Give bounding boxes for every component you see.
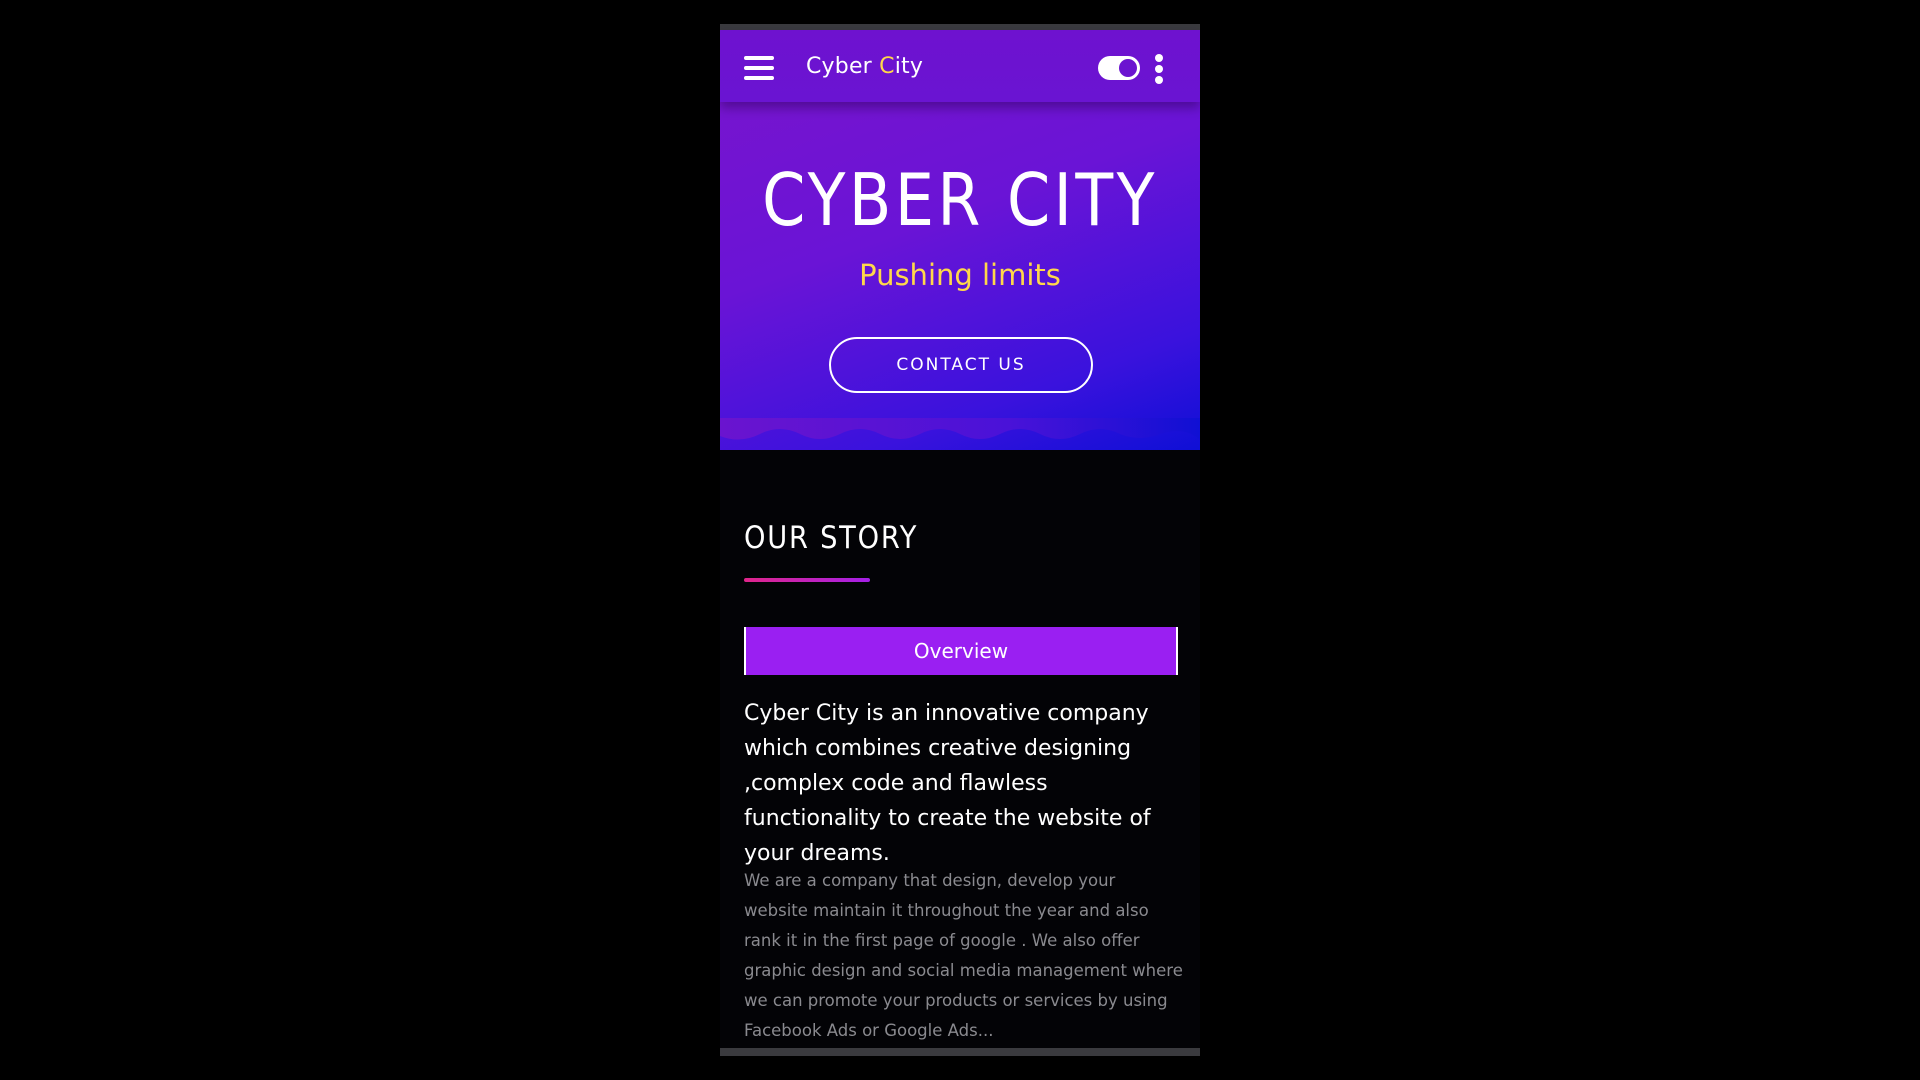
app-title-highlight: C	[879, 54, 895, 79]
hamburger-menu-icon[interactable]	[744, 56, 774, 80]
theme-toggle-icon[interactable]	[1098, 56, 1140, 80]
app-title-suffix: ity	[894, 54, 924, 79]
tab-overview[interactable]: Overview	[744, 627, 1178, 675]
contact-us-button[interactable]: CONTACT US	[829, 337, 1093, 393]
story-lead-text: Cyber City is an innovative company whic…	[744, 701, 1151, 866]
heading-underline	[744, 578, 870, 582]
story-body-text: We are a company that design, develop yo…	[744, 871, 1183, 1040]
device-bottom-bezel	[720, 1048, 1200, 1056]
our-story-heading: OUR STORY	[744, 520, 919, 556]
toggle-knob	[1119, 59, 1137, 77]
more-vertical-icon[interactable]	[1154, 54, 1164, 86]
hero-subtitle: Pushing limits	[859, 258, 1061, 292]
hero-title: CYBER CITY	[762, 158, 1158, 242]
app-title[interactable]: Cyber City	[806, 54, 923, 79]
hero-wave-divider	[720, 418, 1200, 440]
app-title-prefix: Cyber	[806, 54, 880, 79]
app-bar: Cyber City	[720, 30, 1200, 102]
phone-frame: Cyber City CYBER CITY Pushing limits CON…	[720, 24, 1200, 1056]
hero-section: Cyber City CYBER CITY Pushing limits CON…	[720, 30, 1200, 450]
